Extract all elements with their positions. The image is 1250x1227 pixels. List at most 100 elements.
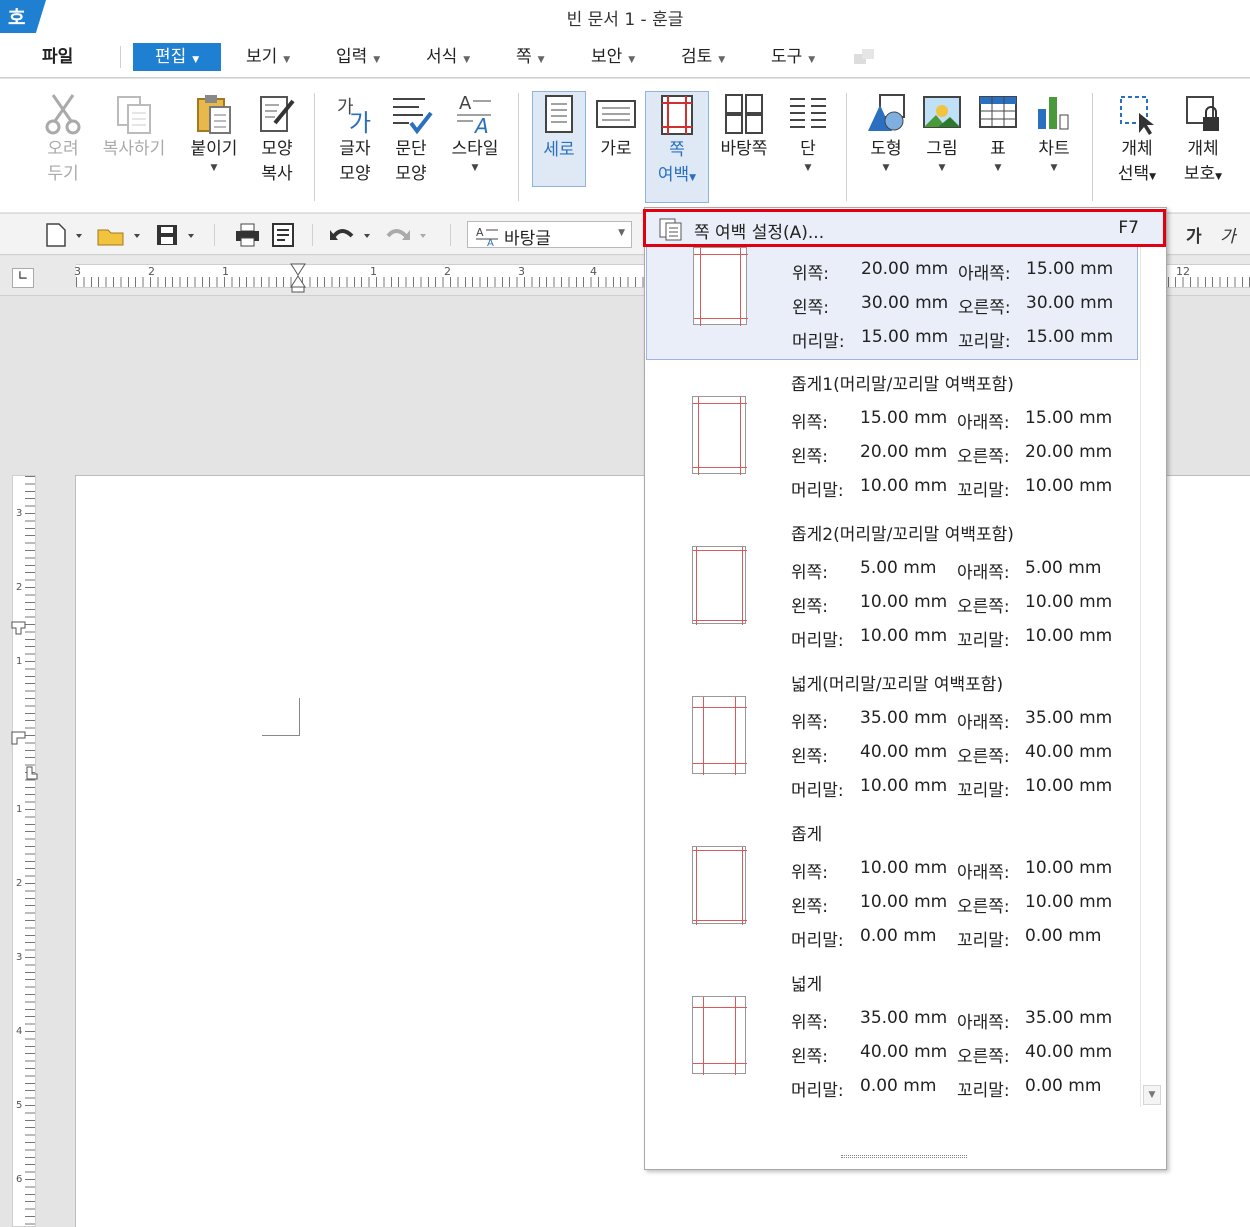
- cut-button[interactable]: 오려 두기: [38, 91, 88, 187]
- margin-marker-icon[interactable]: [26, 766, 38, 780]
- value-left: 10.00 mm: [860, 592, 948, 612]
- menu-tools[interactable]: 도구 ▼: [761, 43, 825, 71]
- para-shape-button[interactable]: 문단 모양: [386, 91, 436, 187]
- shape-button[interactable]: 도형 ▼: [862, 91, 910, 174]
- redo-icon[interactable]: [384, 222, 432, 248]
- margin-preset-item[interactable]: 넓게위쪽: 35.00 mm 아래쪽: 35.00 mm 왼쪽: 40.00 mm 오른쪽:…: [646, 960, 1138, 1110]
- picture-button[interactable]: 그림 ▼: [918, 91, 966, 174]
- new-document-icon[interactable]: [42, 222, 88, 248]
- value-left: 20.00 mm: [860, 442, 948, 462]
- margin-preset-item[interactable]: 좁게1(머리말/꼬리말 여백포함) 위쪽: 15.00 mm 아래쪽: 15.00 mm…: [646, 360, 1138, 510]
- object-protect-button[interactable]: 개체 보호▼: [1174, 91, 1232, 190]
- margin-preset-item[interactable]: 좁게 위쪽: 10.00 mm 아래쪽: 10.00 mm 왼쪽: 10.00 mm 오른쪽:…: [646, 810, 1138, 960]
- resize-grip[interactable]: [841, 1155, 967, 1158]
- ruler-h-tick: 1: [222, 265, 229, 278]
- vertical-ruler[interactable]: 3 2 1 1 2 3 4 5 6: [11, 475, 38, 1227]
- master-page-button[interactable]: 바탕쪽: [716, 91, 772, 162]
- label-top: 위쪽:: [791, 563, 829, 583]
- portrait-button[interactable]: 세로: [532, 91, 586, 187]
- italic-button[interactable]: 가: [1220, 222, 1236, 247]
- menu-review[interactable]: 검토 ▼: [671, 43, 735, 71]
- ribbon: 오려 두기 복사하기 붙이기 ▼ 모양 복사 가가 글자 모양 문단 모양 A …: [0, 79, 1250, 212]
- paste-label: 붙이기: [190, 139, 238, 159]
- chevron-down-icon[interactable]: ▼: [862, 162, 910, 174]
- label-left: 왼쪽:: [791, 897, 829, 917]
- chevron-down-icon: ▼: [283, 55, 291, 65]
- tab-type-icon[interactable]: ∟: [12, 268, 34, 288]
- margin-preset-item[interactable]: 좁게2(머리말/꼬리말 여백포함) 위쪽: 5.00 mm 아래쪽: 5.00 mm 왼쪽…: [646, 510, 1138, 660]
- open-folder-icon[interactable]: [96, 222, 146, 248]
- value-bottom: 5.00 mm: [1025, 558, 1102, 578]
- style-label: 스타일: [451, 139, 499, 159]
- margin-marker-icon[interactable]: [11, 731, 27, 745]
- value-bottom: 35.00 mm: [1025, 708, 1113, 728]
- save-icon[interactable]: [154, 222, 200, 248]
- chevron-down-icon[interactable]: ▼: [918, 162, 966, 174]
- copy-icon: [117, 96, 151, 134]
- format-painter-icon: [260, 96, 295, 132]
- preset-row: 위쪽: 20.00 mm 아래쪽: 15.00 mm: [792, 259, 1132, 284]
- preset-name: 넓게: [791, 975, 823, 995]
- menu-edit[interactable]: 편집 ▼: [133, 43, 221, 71]
- page-thumbnail-icon: [693, 247, 748, 326]
- paste-button[interactable]: 붙이기 ▼: [186, 91, 242, 174]
- label-header: 머리말:: [791, 781, 844, 801]
- columns-button[interactable]: 단 ▼: [784, 91, 832, 174]
- page-margin-button[interactable]: 쪽 여백▼: [645, 91, 709, 203]
- preset-row: 왼쪽: 40.00 mm 오른쪽: 40.00 mm: [791, 1042, 1131, 1067]
- value-right: 10.00 mm: [1025, 592, 1113, 612]
- chart-button[interactable]: 차트 ▼: [1030, 91, 1078, 174]
- extension-icon[interactable]: [852, 46, 878, 68]
- menu-input[interactable]: 입력 ▼: [326, 43, 390, 71]
- menu-view[interactable]: 보기 ▼: [236, 43, 300, 71]
- value-top: 15.00 mm: [860, 408, 948, 428]
- landscape-button[interactable]: 가로: [592, 91, 640, 162]
- margin-preset-item[interactable]: 넓게(머리말/꼬리말 여백포함) 위쪽: 35.00 mm 아래쪽: 35.00 mm 왼…: [646, 660, 1138, 810]
- print-preview-icon[interactable]: [270, 222, 298, 248]
- chevron-down-icon: ▼: [1215, 172, 1223, 182]
- svg-text:A: A: [476, 226, 484, 239]
- chevron-down-icon[interactable]: ▼: [784, 162, 832, 174]
- format-copy-button[interactable]: 모양 복사: [252, 91, 302, 187]
- value-right: 30.00 mm: [1026, 293, 1114, 313]
- chevron-down-icon[interactable]: ▼: [974, 162, 1022, 174]
- value-left: 40.00 mm: [860, 1042, 948, 1062]
- label-footer: 꼬리말:: [957, 631, 1010, 651]
- bold-button[interactable]: 가: [1186, 222, 1202, 247]
- preset-row: 위쪽: 35.00 mm 아래쪽: 35.00 mm: [791, 1008, 1131, 1033]
- preset-name: 좁게: [791, 825, 823, 845]
- style-select[interactable]: AA 바탕글 ▼: [467, 221, 632, 249]
- label-bottom: 아래쪽:: [957, 863, 1010, 883]
- menu-file[interactable]: 파일: [32, 43, 83, 71]
- menu-format[interactable]: 서식 ▼: [416, 43, 480, 71]
- value-header: 10.00 mm: [860, 626, 948, 646]
- print-icon[interactable]: [234, 222, 262, 248]
- label-footer: 꼬리말:: [957, 781, 1010, 801]
- scroll-down-icon[interactable]: ▼: [1143, 1085, 1161, 1105]
- label-bottom: 아래쪽:: [957, 563, 1010, 583]
- label-right: 오른쪽:: [957, 747, 1010, 767]
- menu-security[interactable]: 보안 ▼: [581, 43, 645, 71]
- para-shape-label-2: 모양: [395, 164, 427, 184]
- dropdown-scrollbar[interactable]: ▲ ▼: [1140, 210, 1162, 1107]
- chevron-down-icon[interactable]: ▼: [446, 162, 504, 174]
- char-shape-button[interactable]: 가가 글자 모양: [330, 91, 380, 187]
- indent-marker-icon[interactable]: [290, 263, 306, 293]
- object-select-button[interactable]: 개체 선택▼: [1108, 91, 1166, 190]
- chevron-down-icon[interactable]: ▼: [186, 162, 242, 174]
- copy-button[interactable]: 복사하기: [98, 91, 170, 162]
- page-thumbnail-icon: [692, 546, 747, 625]
- label-top: 위쪽:: [791, 713, 829, 733]
- preset-row: 머리말: 15.00 mm 꼬리말: 15.00 mm: [792, 327, 1132, 352]
- chevron-down-icon[interactable]: ▼: [1030, 162, 1078, 174]
- style-icon: AA: [457, 93, 491, 137]
- label-footer: 꼬리말:: [957, 931, 1010, 951]
- top-margin-marker-icon[interactable]: [11, 621, 27, 635]
- style-button[interactable]: AA 스타일 ▼: [446, 91, 504, 174]
- menu-page[interactable]: 쪽 ▼: [506, 43, 555, 71]
- undo-icon[interactable]: [328, 222, 376, 248]
- table-button[interactable]: 표 ▼: [974, 91, 1022, 174]
- cut-label-1: 오려: [47, 139, 79, 159]
- page-margin-settings-item[interactable]: 쪽 여백 설정(A)... F7: [643, 209, 1166, 247]
- svg-text:A: A: [473, 114, 489, 137]
